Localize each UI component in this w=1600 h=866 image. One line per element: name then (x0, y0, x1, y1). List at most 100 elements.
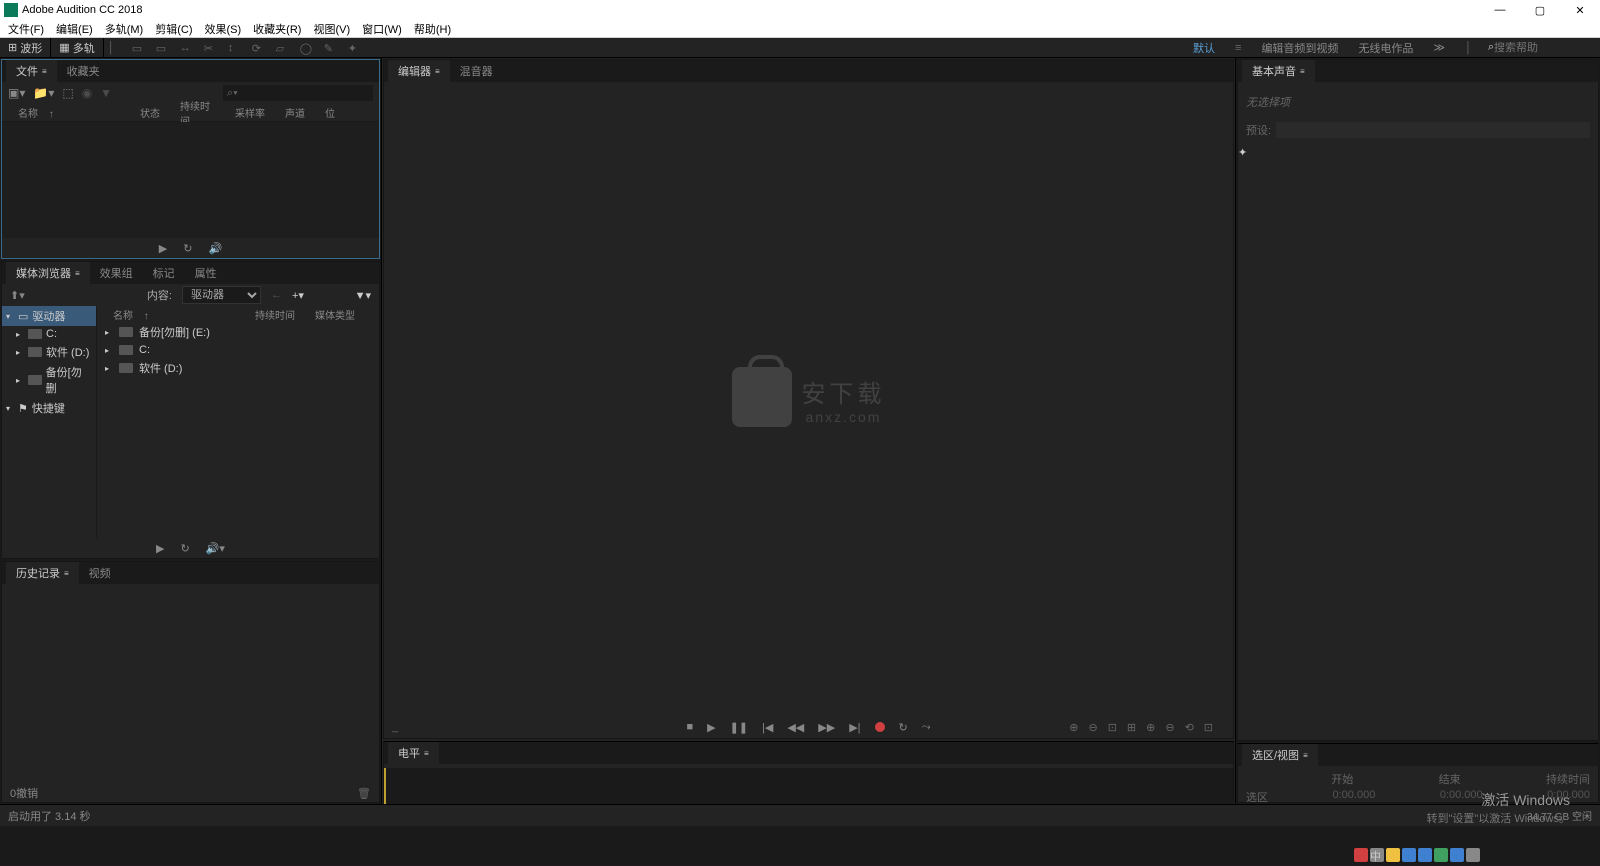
loop-icon[interactable]: ↻ (183, 242, 192, 255)
tool-brush[interactable]: ✎ (324, 42, 340, 54)
play-icon[interactable]: ▶ (159, 242, 167, 255)
hud-icon[interactable]: _ (392, 721, 398, 733)
tool-spectral[interactable]: ▭ (156, 42, 172, 54)
editor-body[interactable]: 安下载 anxz.com (384, 82, 1233, 716)
zoom-in-icon[interactable]: ⊕ (1069, 721, 1078, 734)
rewind-button[interactable]: ◀◀ (787, 721, 804, 734)
content-dropdown[interactable]: 驱动器 (182, 286, 261, 304)
tab-effects[interactable]: 效果组 (90, 262, 143, 284)
tab-markers[interactable]: 标记 (143, 262, 185, 284)
menu-edit[interactable]: 编辑(E) (56, 21, 93, 37)
levels-meter[interactable] (384, 768, 1233, 804)
menu-view[interactable]: 视图(V) (313, 21, 350, 37)
tool-move[interactable]: ↔ (180, 42, 196, 54)
new-folder-icon[interactable]: +▾ (292, 289, 304, 302)
tool-time[interactable]: ⟳ (252, 42, 268, 54)
import-icon[interactable]: ⬚ (62, 86, 73, 100)
files-list[interactable] (2, 122, 379, 238)
history-body[interactable] (2, 584, 379, 784)
tab-files[interactable]: 文件≡ (6, 60, 57, 82)
tab-favorites[interactable]: 收藏夹 (57, 60, 110, 82)
minimize-button[interactable]: — (1480, 4, 1520, 16)
back-icon[interactable]: ← (271, 289, 282, 301)
menu-multitrack[interactable]: 多轨(M) (105, 21, 144, 37)
menu-favorites[interactable]: 收藏夹(R) (253, 21, 301, 37)
cd-icon[interactable]: ◉ (82, 86, 92, 100)
prev-button[interactable]: |◀ (762, 721, 773, 734)
maximize-button[interactable]: ▢ (1520, 4, 1560, 17)
mcol-duration[interactable]: 持续时间 (247, 307, 307, 322)
zoom-out-icon[interactable]: ⊖ (1088, 721, 1097, 734)
funnel-icon[interactable]: ▼▾ (355, 289, 371, 302)
close-button[interactable]: ✕ (1560, 4, 1600, 17)
col-status[interactable]: 状态 (132, 105, 172, 120)
pause-button[interactable]: ❚❚ (730, 721, 748, 734)
col-ch[interactable]: 声道 (277, 105, 317, 120)
files-search[interactable]: ⌕▾ (223, 85, 373, 101)
play-button[interactable]: ▶ (707, 721, 715, 734)
tree-drives[interactable]: ▾▭驱动器 (2, 306, 96, 326)
workspace-radio[interactable]: 无线电作品 (1348, 38, 1423, 58)
media-loop-icon[interactable]: ↻ (181, 542, 190, 555)
stop-button[interactable]: ■ (686, 721, 693, 733)
tab-video[interactable]: 视频 (79, 562, 121, 584)
workspace-edit-video[interactable]: 编辑音频到视频 (1251, 38, 1348, 58)
workspace-more[interactable]: ≫ (1423, 39, 1455, 56)
filter-icon[interactable]: ▼ (100, 86, 112, 100)
tool-lasso[interactable]: ◯ (300, 42, 316, 54)
media-tree[interactable]: ▾▭驱动器 ▸C: ▸软件 (D:) ▸备份[勿删 ▾⚑快捷键 (2, 306, 97, 538)
media-item-software[interactable]: ▸软件 (D:) (97, 358, 379, 378)
tab-editor[interactable]: 编辑器≡ (388, 60, 450, 82)
media-item-backup[interactable]: ▸备份[勿删] (E:) (97, 322, 379, 342)
tree-backup[interactable]: ▸备份[勿删 (2, 362, 96, 398)
preset-dropdown[interactable] (1276, 122, 1590, 138)
mcol-name[interactable]: 名称 ↑ (97, 307, 247, 322)
tab-history[interactable]: 历史记录≡ (6, 562, 79, 584)
tab-props[interactable]: 属性 (185, 262, 227, 284)
tab-levels[interactable]: 电平≡ (388, 742, 439, 764)
tab-media[interactable]: 媒体浏览器≡ (6, 262, 90, 284)
menu-window[interactable]: 窗口(W) (362, 21, 402, 37)
menu-file[interactable]: 文件(F) (8, 21, 44, 37)
waveform-toggle[interactable]: ⊞ 波形 (0, 38, 51, 58)
tool-slip[interactable]: ↕ (228, 42, 244, 54)
tool-heal[interactable]: ✦ (348, 42, 364, 54)
tab-selview[interactable]: 选区/视图≡ (1242, 744, 1318, 766)
next-button[interactable]: ▶| (849, 721, 860, 734)
zoom-out-v-icon[interactable]: ⊖ (1165, 721, 1174, 734)
loop-button[interactable]: ↻ (899, 721, 908, 734)
tool-razor[interactable]: ✂ (204, 42, 220, 54)
menu-clip[interactable]: 剪辑(C) (155, 21, 192, 37)
multitrack-toggle[interactable]: ▦ 多轨 (51, 38, 103, 58)
workspace-default[interactable]: 默认 (1183, 38, 1225, 58)
zoom-reset-icon[interactable]: ⟲ (1185, 721, 1194, 734)
tab-mixer[interactable]: 混音器 (450, 60, 503, 82)
mcol-type[interactable]: 媒体类型 (307, 307, 363, 322)
zoom-full-icon[interactable]: ⊡ (1108, 721, 1117, 734)
tree-c[interactable]: ▸C: (2, 326, 96, 342)
col-name[interactable]: 名称 ↑ (2, 105, 132, 120)
skip-button[interactable]: ⤳ (922, 721, 931, 734)
forward-button[interactable]: ▶▶ (818, 721, 835, 734)
tree-software[interactable]: ▸软件 (D:) (2, 342, 96, 362)
col-pos[interactable]: 位 (317, 105, 343, 120)
media-up-icon[interactable]: ⬆▾ (10, 289, 25, 302)
record-button[interactable] (875, 722, 885, 732)
col-sr[interactable]: 采样率 (227, 105, 277, 120)
tool-hud[interactable]: ▭ (132, 42, 148, 54)
tree-shortcuts[interactable]: ▾⚑快捷键 (2, 398, 96, 418)
autoplay-icon[interactable]: 🔊 (208, 242, 222, 255)
trash-icon[interactable]: 🗑 (357, 787, 371, 800)
zoom-sel-icon[interactable]: ⊞ (1127, 721, 1136, 734)
menu-help[interactable]: 帮助(H) (414, 21, 451, 37)
zoom-v-reset-icon[interactable]: ⊡ (1204, 721, 1213, 734)
menu-effects[interactable]: 效果(S) (205, 21, 242, 37)
quickfix-icon[interactable]: ✦ (1238, 146, 1598, 159)
help-search[interactable]: ⌕ (1482, 41, 1600, 54)
new-file-icon[interactable]: ▣▾ (8, 86, 25, 100)
media-autoplay-icon[interactable]: 🔊▾ (206, 542, 225, 555)
media-item-c[interactable]: ▸C: (97, 342, 379, 358)
help-search-input[interactable] (1494, 42, 1594, 54)
media-play-icon[interactable]: ▶ (156, 542, 164, 555)
open-file-icon[interactable]: 📁▾ (33, 86, 54, 100)
